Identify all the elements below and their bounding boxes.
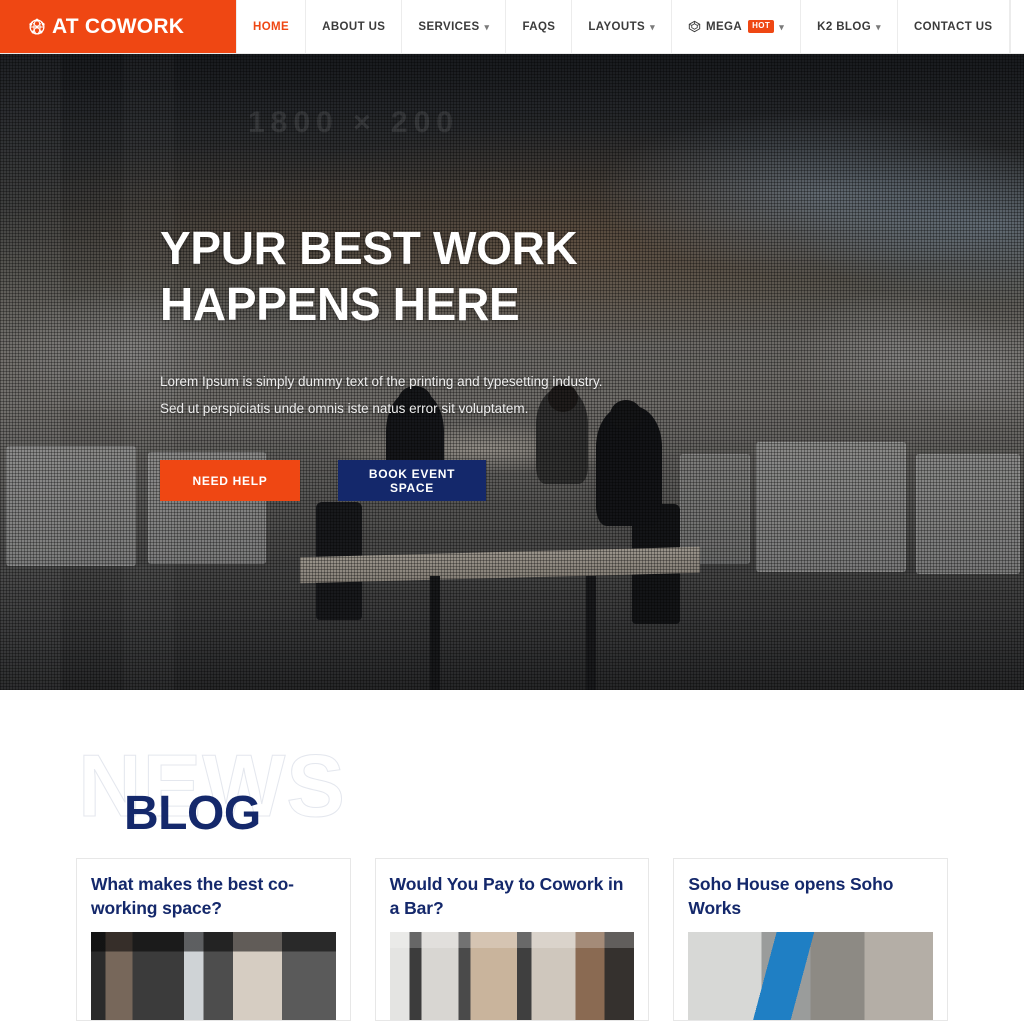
- need-help-button[interactable]: NEED HELP: [160, 460, 300, 502]
- nav-item-k2-blog[interactable]: K2 BLOG ▾: [801, 0, 898, 53]
- nav-item-label: FAQS: [522, 20, 556, 33]
- blog-section-title: BLOG: [124, 787, 261, 840]
- nav-item-label: LAYOUTS: [588, 20, 646, 33]
- chevron-down-icon: ▾: [650, 22, 655, 32]
- nav-item-layouts[interactable]: LAYOUTS ▾: [572, 0, 672, 53]
- blog-card-title[interactable]: Would You Pay to Cowork in a Bar?: [390, 873, 635, 921]
- nav-item-label: K2 BLOG: [817, 20, 872, 33]
- nav-item-label: MEGA: [706, 20, 743, 33]
- nav-item-label: CONTACT US: [913, 20, 993, 33]
- blog-card-title[interactable]: Soho House opens Soho Works: [688, 873, 933, 921]
- blog-card[interactable]: Would You Pay to Cowork in a Bar?: [374, 858, 650, 1021]
- nav-item-mega[interactable]: MEGA HOT ▾: [672, 0, 802, 53]
- hero-description-line-1: Lorem Ipsum is simply dummy text of the …: [160, 374, 603, 390]
- book-event-space-button[interactable]: BOOK EVENT SPACE: [338, 460, 486, 502]
- hero-description-line-2: Sed ut perspiciatis unde omnis iste natu…: [160, 401, 529, 417]
- nav-item-label: ABOUT US: [322, 20, 386, 33]
- site-logo[interactable]: AT COWORK: [0, 0, 236, 53]
- nav-item-label: HOME: [253, 20, 290, 33]
- hero-content: YPUR BEST WORK HAPPENS HERE Lorem Ipsum …: [160, 220, 860, 502]
- blog-heading: NEWS BLOG: [78, 690, 1024, 858]
- blog-card-thumbnail[interactable]: [91, 931, 336, 1020]
- blog-card[interactable]: Soho House opens Soho Works: [673, 858, 949, 1021]
- hero-description: Lorem Ipsum is simply dummy text of the …: [160, 368, 860, 422]
- hero-title: YPUR BEST WORK HAPPENS HERE: [160, 222, 578, 331]
- blog-card[interactable]: What makes the best co-working space?: [76, 858, 351, 1021]
- blog-card-list: What makes the best co-working space? Wo…: [0, 858, 1024, 1021]
- hamburger-menu-icon[interactable]: [1011, 0, 1024, 53]
- chevron-down-icon: ▾: [876, 22, 881, 32]
- blog-section: NEWS BLOG What makes the best co-working…: [0, 690, 1024, 1024]
- globe-network-icon: [26, 16, 48, 38]
- logo-text: AT COWORK: [52, 14, 185, 38]
- nav-item-label: SERVICES: [418, 20, 480, 33]
- cube-icon: [688, 20, 701, 33]
- chevron-down-icon: ▾: [484, 22, 490, 32]
- nav-item-faqs[interactable]: FAQS: [506, 0, 573, 53]
- blog-card-title[interactable]: What makes the best co-working space?: [91, 873, 336, 921]
- chevron-down-icon: ▾: [779, 22, 785, 32]
- hero-banner: 1800 × 200 YPUR BEST WORK HAPPENS HERE L…: [0, 54, 1024, 690]
- hero-size-watermark: 1800 × 200: [248, 106, 459, 139]
- nav-item-contact-us[interactable]: CONTACT US: [898, 0, 1010, 53]
- main-navigation: HOME ABOUT US SERVICES ▾ FAQS LAYOUTS ▾: [236, 0, 1024, 53]
- nav-item-services[interactable]: SERVICES ▾: [402, 0, 507, 53]
- site-header: AT COWORK HOME ABOUT US SERVICES ▾ FAQS …: [0, 0, 1024, 54]
- hero-button-group: NEED HELP BOOK EVENT SPACE: [160, 460, 860, 502]
- nav-item-about-us[interactable]: ABOUT US: [306, 0, 403, 53]
- blog-card-thumbnail[interactable]: [389, 931, 635, 1020]
- hot-badge: HOT: [748, 20, 775, 33]
- nav-item-home[interactable]: HOME: [236, 0, 307, 53]
- blog-card-thumbnail[interactable]: [688, 931, 934, 1020]
